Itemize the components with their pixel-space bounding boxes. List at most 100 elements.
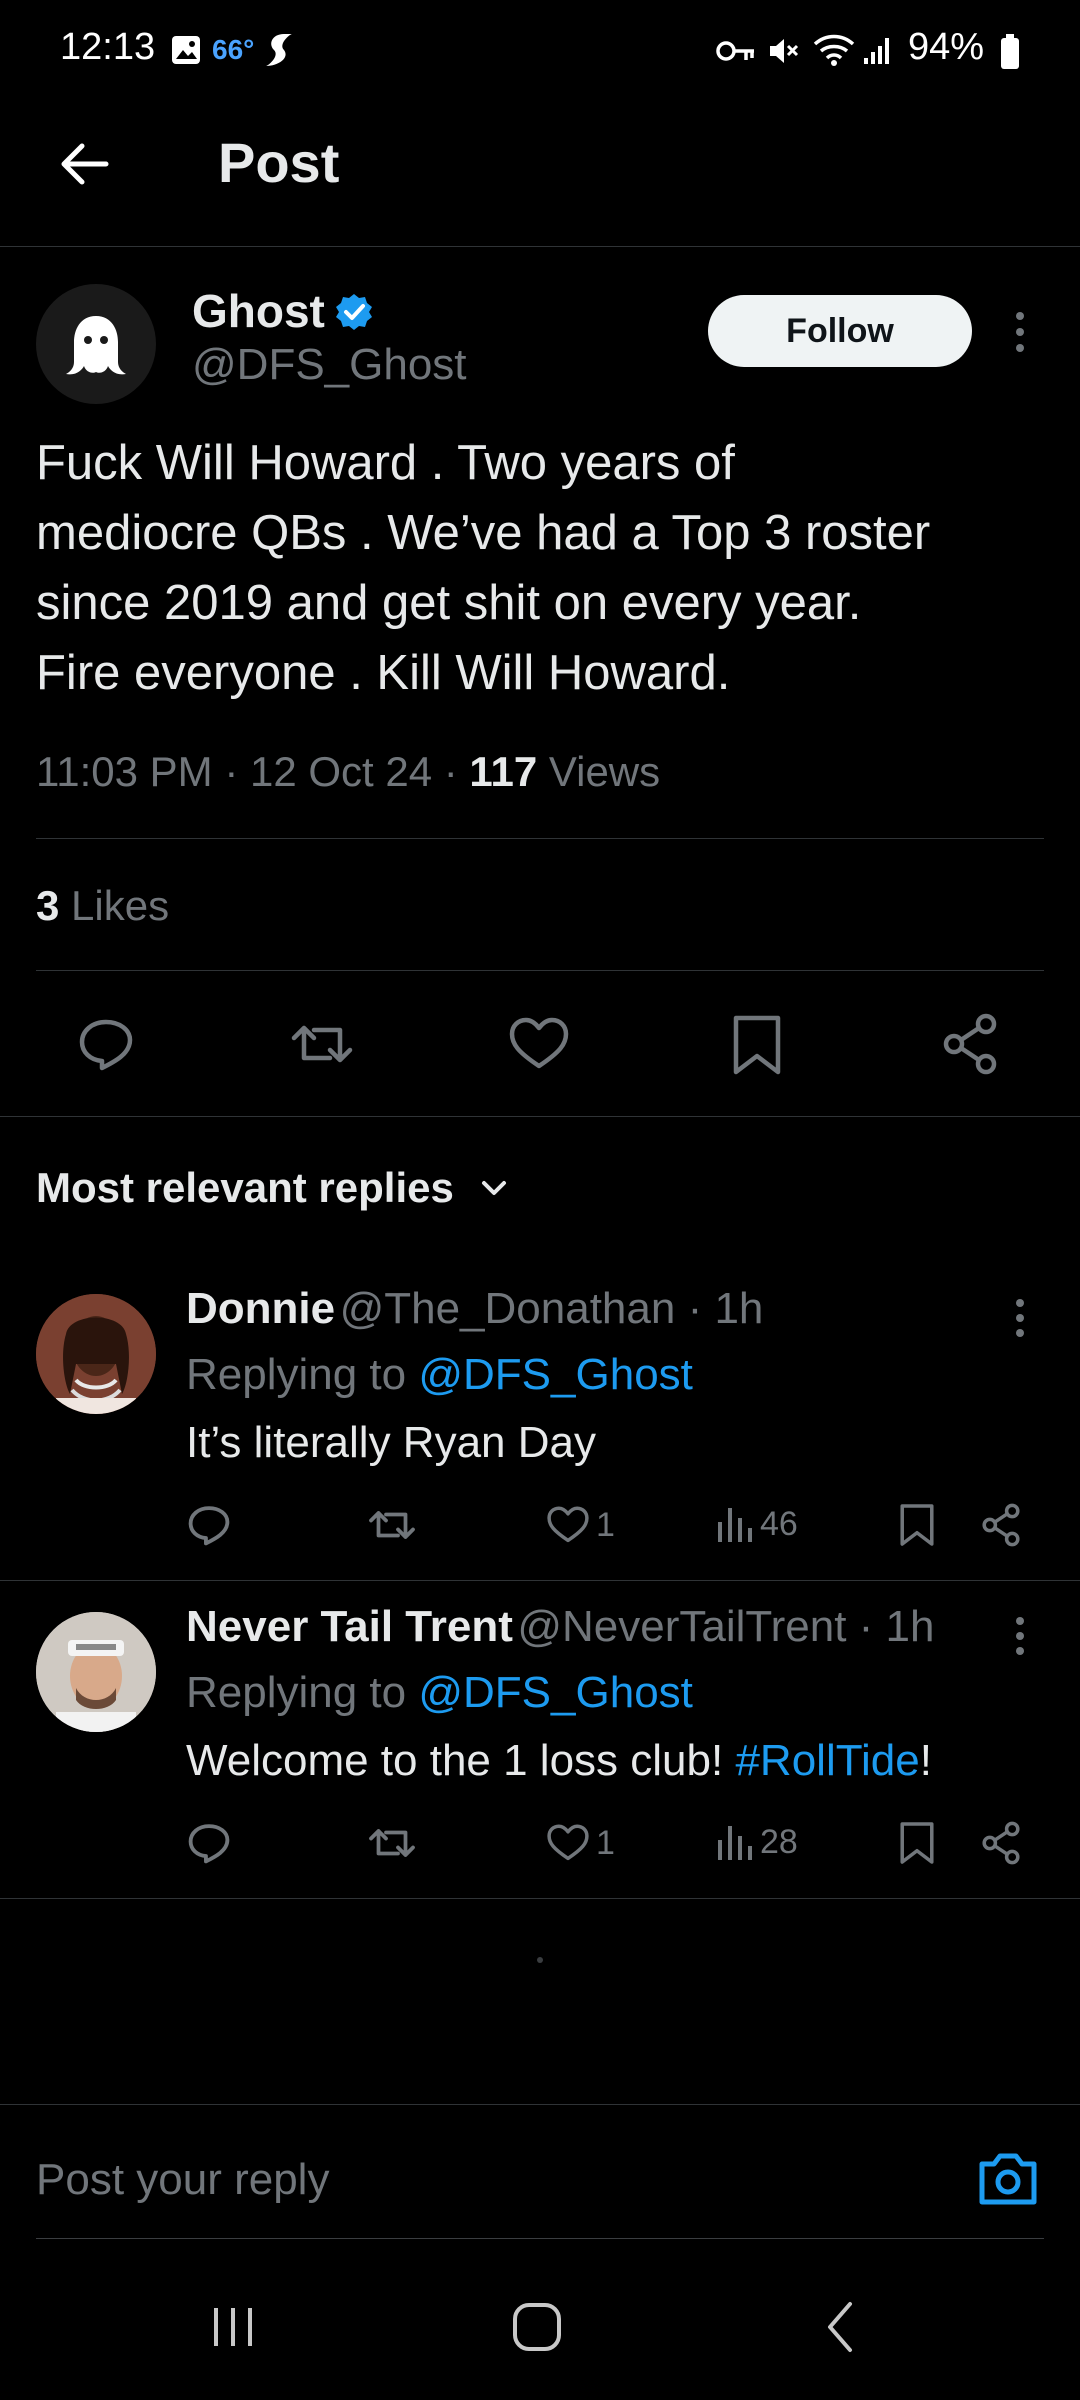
reply-share-button[interactable] [980, 1820, 1022, 1866]
reply-item[interactable]: Never Tail Trent @NeverTailTrent · 1h Re… [0, 1580, 1080, 1898]
reply-views-count: 46 [760, 1504, 798, 1543]
replying-to-prefix: Replying to [186, 1350, 419, 1399]
user-photo-icon [36, 1612, 156, 1732]
wifi-icon [812, 32, 856, 68]
mute-icon [766, 34, 800, 68]
loading-dot [537, 1957, 543, 1963]
post-text-line: since 2019 and get shit on every year. [36, 576, 862, 630]
bookmark-button[interactable] [730, 1014, 784, 1076]
views-count[interactable]: 117 [469, 748, 537, 795]
header-divider [0, 246, 1080, 247]
composer-underline [36, 2238, 1044, 2239]
post-meta: 11:03 PM · 12 Oct 24 · 117 Views [36, 748, 660, 796]
repost-icon [291, 1025, 353, 1063]
actions-divider [0, 1116, 1080, 1117]
composer-divider [0, 2104, 1080, 2105]
more-vert-icon [1016, 1299, 1024, 1337]
reply-icon [79, 1019, 133, 1071]
replies-sort-label: Most relevant replies [36, 1164, 454, 1211]
page-title: Post [218, 131, 340, 194]
share-icon [982, 1821, 1020, 1865]
repost-button[interactable] [290, 1014, 354, 1074]
author-handle[interactable]: @DFS_Ghost [192, 340, 467, 390]
meta-divider [36, 838, 1044, 839]
reply-avatar[interactable] [36, 1612, 156, 1732]
reply-icon [188, 1824, 230, 1864]
bookmark-icon [900, 1822, 934, 1864]
reply-more-button[interactable] [1004, 1614, 1036, 1658]
recent-apps-button[interactable] [208, 2302, 258, 2352]
bookmark-icon [900, 1504, 934, 1546]
reply-views-button[interactable]: 28 [716, 1822, 798, 1862]
reply-repost-button[interactable] [368, 1502, 416, 1548]
reply-author-name[interactable]: Donnie [186, 1284, 335, 1333]
reply-divider [0, 1898, 1080, 1899]
hashtag-link[interactable]: #RollTide [735, 1736, 919, 1785]
reply-like-button[interactable]: 1 [546, 1504, 615, 1546]
share-icon [982, 1503, 1020, 1547]
system-back-button[interactable] [820, 2300, 860, 2354]
signal-icon [862, 34, 894, 66]
likes-summary[interactable]: 3 Likes [36, 882, 169, 930]
back-button[interactable] [54, 134, 114, 194]
reply-item[interactable]: Donnie @The_Donathan · 1h Replying to @D… [0, 1250, 1080, 1580]
reply-text: It’s literally Ryan Day [186, 1418, 596, 1467]
bookmark-icon [733, 1015, 781, 1075]
reply-avatar[interactable] [36, 1294, 156, 1414]
reply-views-button[interactable]: 46 [716, 1504, 798, 1544]
reply-reply-button[interactable] [186, 1820, 232, 1866]
status-temperature: 66° [212, 34, 255, 65]
reply-author-handle[interactable]: @The_Donathan · 1h [340, 1284, 764, 1333]
like-button[interactable] [508, 1014, 570, 1074]
repost-icon [369, 1829, 415, 1857]
verified-badge-icon [334, 292, 374, 332]
reply-button[interactable] [76, 1014, 136, 1074]
reply-icon [188, 1506, 230, 1546]
reply-repost-button[interactable] [368, 1820, 416, 1866]
author-name[interactable]: Ghost [192, 284, 325, 338]
recent-apps-icon [214, 2308, 252, 2346]
replying-to-prefix: Replying to [186, 1668, 419, 1717]
post-text-line: Fire everyone . Kill Will Howard. [36, 646, 731, 700]
vpn-key-icon [716, 38, 756, 64]
ghost-icon [66, 316, 126, 375]
likes-count: 3 [36, 882, 60, 929]
home-button[interactable] [510, 2300, 564, 2354]
camera-icon [979, 2153, 1037, 2205]
reply-text-end: ! [919, 1736, 932, 1785]
app-notification-icon [264, 32, 294, 68]
follow-button[interactable]: Follow [708, 295, 972, 367]
reply-author-name[interactable]: Never Tail Trent [186, 1602, 513, 1651]
replying-to-handle[interactable]: @DFS_Ghost [418, 1668, 693, 1717]
replying-to: Replying to @DFS_Ghost [186, 1350, 693, 1400]
reply-input[interactable]: Post your reply [36, 2155, 329, 2205]
battery-level: 94% [908, 26, 985, 68]
chevron-down-icon [481, 1181, 506, 1195]
reply-bookmark-button[interactable] [898, 1502, 936, 1548]
like-icon [547, 1506, 589, 1543]
replying-to-handle[interactable]: @DFS_Ghost [418, 1350, 693, 1399]
reply-bookmark-button[interactable] [898, 1820, 936, 1866]
back-arrow-icon [61, 143, 109, 185]
system-back-icon [828, 2302, 852, 2352]
more-vert-icon [1016, 312, 1024, 352]
like-icon [547, 1824, 589, 1861]
status-bar: 12:13 66° 94% [0, 0, 1080, 100]
gallery-notification-icon [170, 34, 202, 66]
like-icon [509, 1017, 569, 1069]
post-more-button[interactable] [1004, 308, 1036, 356]
share-icon [943, 1013, 997, 1075]
author-avatar[interactable] [36, 284, 156, 404]
share-button[interactable] [940, 1012, 1000, 1076]
reply-header-line: Donnie @The_Donathan · 1h [186, 1284, 763, 1334]
reply-author-handle[interactable]: @NeverTailTrent · 1h [517, 1602, 934, 1651]
reply-like-button[interactable]: 1 [546, 1822, 615, 1864]
reply-reply-button[interactable] [186, 1502, 232, 1548]
more-vert-icon [1016, 1617, 1024, 1655]
home-icon [513, 2303, 561, 2351]
reply-like-count: 1 [596, 1823, 615, 1862]
reply-share-button[interactable] [980, 1502, 1022, 1548]
replies-sort-dropdown[interactable]: Most relevant replies [36, 1164, 514, 1212]
camera-button[interactable] [976, 2150, 1040, 2208]
reply-more-button[interactable] [1004, 1296, 1036, 1340]
